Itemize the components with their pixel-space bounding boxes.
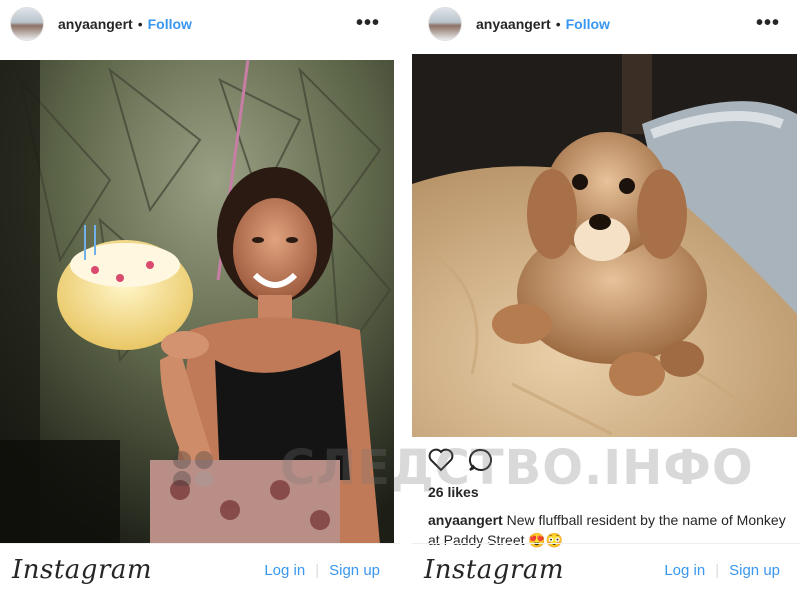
post-header: anyaangert • Follow •••	[412, 0, 800, 48]
signup-link[interactable]: Sign up	[329, 562, 380, 579]
separator-dot: •	[137, 16, 143, 32]
username[interactable]: anyaangert	[476, 16, 551, 32]
username[interactable]: anyaangert	[58, 16, 133, 32]
auth-links: Log in | Sign up	[264, 562, 380, 579]
footer-bar: Instagram Log in | Sign up	[0, 543, 400, 596]
post-header: anyaangert • Follow •••	[0, 0, 400, 48]
watermark-dots-icon	[173, 451, 213, 486]
footer-bar: Instagram Log in | Sign up	[412, 543, 800, 596]
puppy-photo	[412, 54, 797, 437]
avatar[interactable]	[428, 7, 462, 41]
watermark-text: СЛЕДСТВО.ІНФО	[280, 440, 754, 496]
post-photo[interactable]	[412, 54, 797, 437]
auth-links: Log in | Sign up	[664, 562, 780, 579]
instagram-logo[interactable]: Instagram	[424, 555, 564, 585]
login-link[interactable]: Log in	[264, 562, 305, 579]
more-options-icon[interactable]: •••	[756, 12, 780, 35]
avatar[interactable]	[10, 7, 44, 41]
caption-username[interactable]: anyaangert	[428, 512, 503, 528]
auth-separator: |	[315, 561, 320, 579]
watermark: СЛЕДСТВО.ІНФО	[170, 440, 753, 510]
login-link[interactable]: Log in	[664, 562, 705, 579]
auth-separator: |	[715, 561, 720, 579]
follow-button[interactable]: Follow	[566, 16, 610, 32]
instagram-logo[interactable]: Instagram	[12, 555, 152, 585]
follow-button[interactable]: Follow	[148, 16, 192, 32]
signup-link[interactable]: Sign up	[729, 562, 780, 579]
separator-dot: •	[555, 16, 561, 32]
more-options-icon[interactable]: •••	[356, 12, 380, 35]
